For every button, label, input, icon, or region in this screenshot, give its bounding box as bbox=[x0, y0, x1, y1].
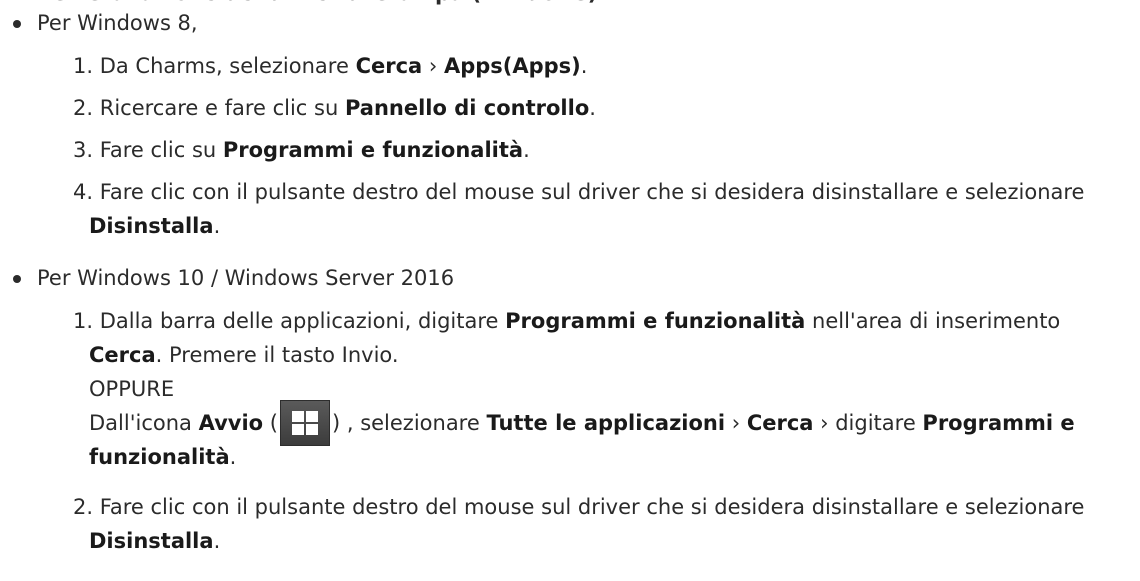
bullet-label: Per Windows 8, bbox=[37, 11, 198, 35]
bullet-label: Per Windows 10 / Windows Server 2016 bbox=[37, 266, 455, 290]
windows-start-icon bbox=[279, 400, 330, 446]
step-item: 1. Dalla barra delle applicazioni, digit… bbox=[73, 309, 1075, 469]
oppure-text: OPPURE bbox=[89, 377, 175, 401]
step-item: 3. Fare clic su Programmi e funzionalità… bbox=[73, 138, 530, 162]
step-item: 1. Da Charms, selezionare Cerca › Apps(A… bbox=[73, 54, 588, 78]
step-item: 2. Fare clic con il pulsante destro del … bbox=[73, 495, 1085, 553]
step-item: 4. Fare clic con il pulsante destro del … bbox=[73, 180, 1085, 238]
steps-windows-10: 1. Dalla barra delle applicazioni, digit… bbox=[73, 304, 1113, 558]
bullet-dot bbox=[13, 20, 21, 28]
step-item: 2. Ricercare e fare clic su Pannello di … bbox=[73, 96, 596, 120]
steps-windows-8: 1. Da Charms, selezionare Cerca › Apps(A… bbox=[73, 49, 1113, 243]
bullet-dot bbox=[13, 275, 21, 283]
